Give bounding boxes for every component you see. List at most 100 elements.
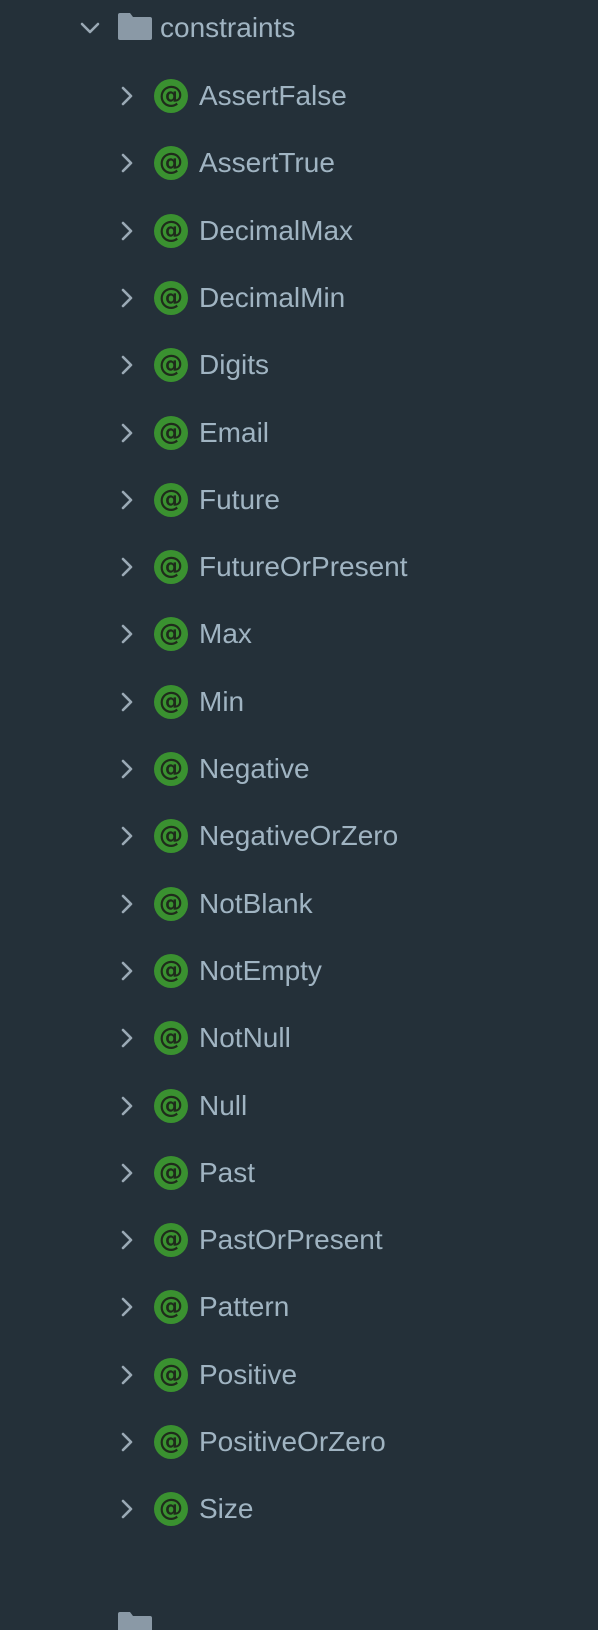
annotation-icon: @: [154, 1021, 188, 1055]
tree-item-row[interactable]: @ Null: [0, 1072, 598, 1142]
chevron-right-icon[interactable]: [115, 219, 139, 243]
annotation-glyph: @: [159, 1494, 183, 1522]
chevron-right-icon[interactable]: [115, 1026, 139, 1050]
annotation-glyph: @: [159, 754, 183, 782]
tree-item-row[interactable]: @ AssertTrue: [0, 129, 598, 199]
chevron-right-icon[interactable]: [115, 353, 139, 377]
annotation-icon: @: [154, 819, 188, 853]
tree-item-label[interactable]: NotNull: [199, 1021, 291, 1055]
chevron-right-icon[interactable]: [115, 757, 139, 781]
tree-item-label[interactable]: Pattern: [199, 1290, 289, 1324]
chevron-right-icon[interactable]: [115, 488, 139, 512]
annotation-glyph: @: [159, 418, 183, 446]
annotation-icon: @: [154, 550, 188, 584]
tree-item-label[interactable]: Digits: [199, 348, 269, 382]
chevron-right-icon[interactable]: [115, 1161, 139, 1185]
tree-item-label[interactable]: AssertFalse: [199, 79, 347, 113]
tree-item-row[interactable]: @ DecimalMin: [0, 264, 598, 334]
tree-item-label[interactable]: AssertTrue: [199, 146, 335, 180]
annotation-icon: @: [154, 146, 188, 180]
tree-item-label[interactable]: NotBlank: [199, 887, 313, 921]
chevron-right-icon[interactable]: [115, 555, 139, 579]
tree-item-row[interactable]: @ PositiveOrZero: [0, 1408, 598, 1478]
tree-item-row[interactable]: @ PastOrPresent: [0, 1206, 598, 1276]
annotation-icon: @: [154, 214, 188, 248]
tree-item-row[interactable]: @ NotBlank: [0, 870, 598, 940]
annotation-glyph: @: [159, 1292, 183, 1320]
tree-item-row[interactable]: @ AssertFalse: [0, 62, 598, 132]
tree-item-label[interactable]: Null: [199, 1089, 247, 1123]
annotation-glyph: @: [159, 1091, 183, 1119]
tree-item-label[interactable]: Size: [199, 1492, 253, 1526]
tree-item-label[interactable]: Max: [199, 617, 252, 651]
tree-item-label[interactable]: Email: [199, 416, 269, 450]
annotation-icon: @: [154, 685, 188, 719]
chevron-right-icon[interactable]: [115, 622, 139, 646]
tree-item-label[interactable]: Negative: [199, 752, 310, 786]
tree-item-row[interactable]: @ Email: [0, 399, 598, 469]
chevron-right-icon[interactable]: [115, 84, 139, 108]
tree-item-label[interactable]: Past: [199, 1156, 255, 1190]
tree-item-label[interactable]: PastOrPresent: [199, 1223, 383, 1257]
tree-item-row[interactable]: @ Negative: [0, 735, 598, 805]
annotation-glyph: @: [159, 1225, 183, 1253]
tree-item-row[interactable]: @ NegativeOrZero: [0, 802, 598, 872]
annotation-icon: @: [154, 483, 188, 517]
annotation-glyph: @: [159, 956, 183, 984]
tree-item-label[interactable]: Min: [199, 685, 244, 719]
chevron-right-icon[interactable]: [115, 1094, 139, 1118]
annotation-icon: @: [154, 954, 188, 988]
tree-item-row[interactable]: @ NotEmpty: [0, 937, 598, 1007]
tree-folder-row[interactable]: constraints: [0, 0, 598, 63]
tree-item-row[interactable]: @ Positive: [0, 1341, 598, 1411]
tree-item-row[interactable]: @ Pattern: [0, 1273, 598, 1343]
chevron-right-icon[interactable]: [115, 286, 139, 310]
annotation-icon: @: [154, 1089, 188, 1123]
tree-item-row[interactable]: @ FutureOrPresent: [0, 533, 598, 603]
tree-folder-row-partial[interactable]: [0, 1596, 598, 1630]
tree-item-label[interactable]: Positive: [199, 1358, 297, 1392]
tree-item-row[interactable]: @ Min: [0, 668, 598, 738]
tree-item-row[interactable]: @ Max: [0, 600, 598, 670]
chevron-right-icon[interactable]: [115, 959, 139, 983]
annotation-icon: @: [154, 1425, 188, 1459]
chevron-right-icon[interactable]: [115, 1497, 139, 1521]
tree-item-row[interactable]: @ Future: [0, 466, 598, 536]
annotation-glyph: @: [159, 148, 183, 176]
chevron-right-icon[interactable]: [115, 1295, 139, 1319]
annotation-glyph: @: [159, 687, 183, 715]
annotation-icon: @: [154, 1492, 188, 1526]
annotation-glyph: @: [159, 1360, 183, 1388]
tree-item-label[interactable]: DecimalMin: [199, 281, 345, 315]
annotation-glyph: @: [159, 1427, 183, 1455]
annotation-icon: @: [154, 617, 188, 651]
tree-item-row[interactable]: @ DecimalMax: [0, 197, 598, 267]
tree-item-row[interactable]: @ Digits: [0, 331, 598, 401]
annotation-glyph: @: [159, 485, 183, 513]
tree-item-label[interactable]: NegativeOrZero: [199, 819, 398, 853]
chevron-right-icon[interactable]: [115, 1228, 139, 1252]
chevron-right-icon[interactable]: [115, 1363, 139, 1387]
annotation-glyph: @: [159, 821, 183, 849]
tree-item-label[interactable]: NotEmpty: [199, 954, 322, 988]
tree-item-label[interactable]: Future: [199, 483, 280, 517]
tree-item-label[interactable]: PositiveOrZero: [199, 1425, 386, 1459]
tree-item-row[interactable]: @ NotNull: [0, 1004, 598, 1074]
annotation-icon: @: [154, 1358, 188, 1392]
tree-item-row[interactable]: @ Past: [0, 1139, 598, 1209]
annotation-glyph: @: [159, 81, 183, 109]
tree-item-label[interactable]: FutureOrPresent: [199, 550, 408, 584]
annotation-glyph: @: [159, 552, 183, 580]
chevron-right-icon[interactable]: [115, 421, 139, 445]
chevron-right-icon[interactable]: [115, 1430, 139, 1454]
chevron-right-icon[interactable]: [115, 151, 139, 175]
folder-label[interactable]: constraints: [160, 11, 295, 45]
chevron-down-icon[interactable]: [78, 16, 102, 40]
annotation-icon: @: [154, 281, 188, 315]
annotation-glyph: @: [159, 619, 183, 647]
tree-item-label[interactable]: DecimalMax: [199, 214, 353, 248]
chevron-right-icon[interactable]: [115, 824, 139, 848]
chevron-right-icon[interactable]: [115, 892, 139, 916]
tree-item-row[interactable]: @ Size: [0, 1475, 598, 1545]
chevron-right-icon[interactable]: [115, 690, 139, 714]
